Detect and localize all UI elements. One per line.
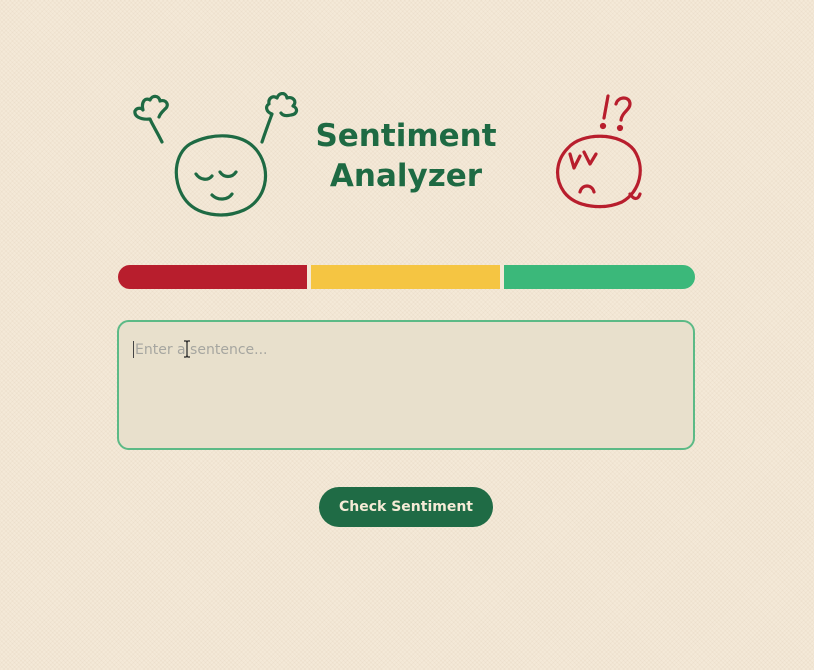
upset-face-doodle-icon — [556, 94, 642, 209]
app-page: Sentiment Analyzer Enter a sentence... C… — [0, 0, 814, 670]
title-line-2: Analyzer — [329, 158, 483, 194]
meter-segment-positive — [504, 265, 695, 289]
text-cursor-icon — [184, 340, 190, 358]
page-title: Sentiment Analyzer — [278, 116, 534, 196]
meter-segment-negative — [118, 265, 307, 289]
meter-segment-neutral — [311, 265, 500, 289]
sentiment-meter — [118, 265, 695, 289]
happy-face-doodle-icon — [133, 92, 299, 217]
title-line-1: Sentiment — [315, 118, 497, 154]
sentence-input[interactable] — [117, 320, 695, 450]
check-sentiment-button[interactable]: Check Sentiment — [319, 487, 493, 527]
text-caret — [133, 341, 134, 358]
header: Sentiment Analyzer — [118, 86, 695, 226]
